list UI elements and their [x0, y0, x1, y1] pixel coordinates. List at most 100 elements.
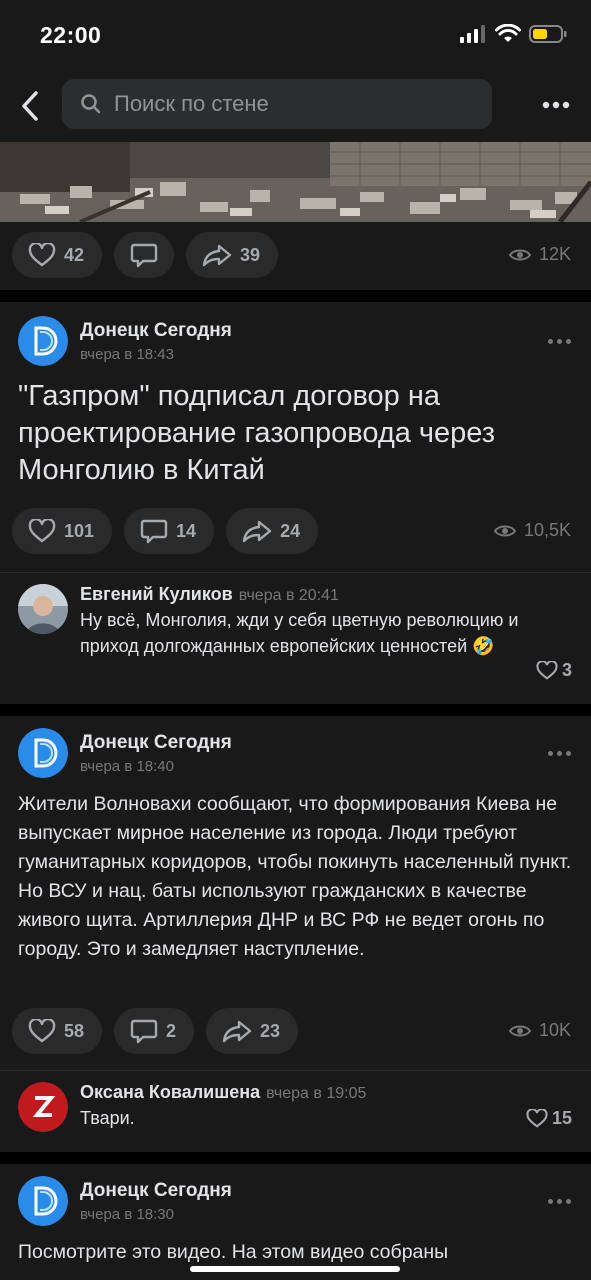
comment-like-count: 3: [561, 660, 572, 680]
comment-item: Оксана Ковалишена вчера в 19:05 Твари. 15: [18, 1082, 578, 1146]
post-menu-button[interactable]: [548, 1199, 571, 1204]
chevron-left-icon: [22, 91, 38, 121]
community-logo-icon: [18, 1176, 68, 1226]
comment-author[interactable]: Евгений Куликов: [80, 584, 233, 604]
share-icon: [202, 244, 232, 267]
views-count: 10,5K: [523, 520, 571, 540]
post-author[interactable]: Донецк Сегодня: [80, 1180, 232, 1202]
post-date: вчера в 18:40: [80, 757, 174, 775]
like-count: 101: [64, 520, 95, 541]
post-card: 42 39 12K: [0, 142, 591, 290]
community-avatar[interactable]: [18, 316, 68, 366]
like-button[interactable]: 42: [12, 232, 103, 278]
more-options-button[interactable]: [541, 92, 571, 118]
home-indicator: [190, 1266, 400, 1272]
comment-button[interactable]: [114, 232, 175, 278]
top-navigation-bar: Поиск по стене: [0, 70, 591, 142]
heart-icon: [526, 1109, 548, 1128]
eye-icon: [508, 249, 531, 260]
post-text: "Газпром" подписал договор на проектиров…: [18, 380, 496, 486]
post-date: вчера в 18:43: [80, 345, 174, 363]
comment-icon: [130, 1019, 158, 1044]
post-menu-button[interactable]: [548, 339, 571, 344]
share-button[interactable]: 23: [206, 1008, 299, 1054]
heart-icon: [28, 243, 56, 267]
post-photo[interactable]: [0, 142, 591, 222]
post-actions: 58 2 23: [12, 1008, 299, 1054]
community-avatar[interactable]: [18, 1176, 68, 1226]
eye-icon: [493, 525, 516, 536]
share-count: 23: [260, 1020, 281, 1041]
views-counter: 12K: [508, 244, 571, 265]
search-placeholder: Поиск по стене: [114, 91, 269, 116]
rubble-photo: [0, 142, 591, 222]
user-photo-icon: [18, 584, 68, 634]
wifi-icon: [495, 23, 521, 49]
comment-icon: [140, 519, 168, 544]
status-time: 22:00: [40, 22, 102, 48]
comment-date: вчера в 19:05: [266, 1085, 367, 1102]
comment-like-count: 15: [551, 1108, 572, 1128]
comment-text: Твари.: [80, 1108, 135, 1128]
commenter-avatar[interactable]: [18, 1082, 68, 1132]
comment-count: 14: [176, 520, 197, 541]
share-button[interactable]: 39: [186, 232, 279, 278]
share-button[interactable]: 24: [226, 508, 319, 554]
post-author[interactable]: Донецк Сегодня: [80, 320, 232, 342]
comment-button[interactable]: 2: [114, 1008, 195, 1054]
views-counter: 10,5K: [493, 520, 571, 541]
comment-item: Евгений Куликов вчера в 20:41 Ну всё, Мон…: [18, 584, 578, 694]
share-count: 39: [240, 244, 261, 265]
signal-icon: [459, 24, 487, 49]
comment-count: 2: [166, 1020, 177, 1041]
post-date: вчера в 18:30: [80, 1205, 174, 1223]
more-horizontal-icon: [542, 101, 570, 109]
comment-like-button[interactable]: 15: [526, 1108, 572, 1129]
search-icon: [81, 94, 101, 114]
comment-author[interactable]: Оксана Ковалишена: [80, 1082, 260, 1102]
like-button[interactable]: 58: [12, 1008, 103, 1054]
post-card: Донецк Сегодня вчера в 18:30 Посмотрите …: [0, 1164, 591, 1280]
post-header[interactable]: Донецк Сегодня вчера в 18:30: [18, 1176, 232, 1226]
wall-search-input[interactable]: Поиск по стене: [62, 79, 492, 129]
community-logo-icon: [18, 316, 68, 366]
post-card: Донецк Сегодня вчера в 18:40 Жители Волн…: [0, 716, 591, 1152]
like-count: 42: [64, 244, 85, 265]
share-icon: [222, 1020, 252, 1043]
like-button[interactable]: 101: [12, 508, 113, 554]
share-icon: [242, 520, 272, 543]
views-count: 12K: [538, 244, 571, 264]
community-logo-icon: [18, 728, 68, 778]
like-count: 58: [64, 1020, 85, 1041]
back-button[interactable]: [12, 86, 48, 126]
status-bar: 22:00: [0, 0, 591, 70]
post-actions: 42 39: [12, 232, 279, 278]
status-icons: [459, 23, 567, 49]
share-count: 24: [280, 520, 301, 541]
heart-icon: [28, 519, 56, 543]
comment-text: Ну всё, Монголия, жди у себя цветную рев…: [80, 610, 519, 656]
comment-icon: [130, 243, 158, 268]
wall-feed[interactable]: 42 39 12K Донецк Сегодня вчера в 18:43 "…: [0, 142, 591, 1280]
community-avatar[interactable]: [18, 728, 68, 778]
z-symbol-avatar-icon: [18, 1082, 68, 1132]
heart-icon: [28, 1019, 56, 1043]
post-actions: 101 14 24: [12, 508, 319, 554]
comment-like-button[interactable]: 3: [536, 660, 572, 681]
divider: [0, 572, 591, 573]
post-text: Жители Волновахи сообщают, что формирова…: [18, 793, 572, 960]
commenter-avatar[interactable]: [18, 584, 68, 634]
post-header[interactable]: Донецк Сегодня вчера в 18:43: [18, 316, 232, 366]
post-text[interactable]: Посмотрите это видео. На этом видео собр…: [18, 1238, 578, 1267]
divider: [0, 1070, 591, 1071]
eye-icon: [508, 1025, 531, 1036]
views-counter: 10K: [508, 1020, 571, 1041]
post-author[interactable]: Донецк Сегодня: [80, 732, 232, 754]
comment-button[interactable]: 14: [124, 508, 215, 554]
post-card: Донецк Сегодня вчера в 18:43 "Газпром" п…: [0, 302, 591, 704]
heart-icon: [536, 661, 558, 680]
post-menu-button[interactable]: [548, 751, 571, 756]
battery-icon: [529, 24, 567, 49]
views-count: 10K: [538, 1020, 571, 1040]
post-header[interactable]: Донецк Сегодня вчера в 18:40: [18, 728, 232, 778]
